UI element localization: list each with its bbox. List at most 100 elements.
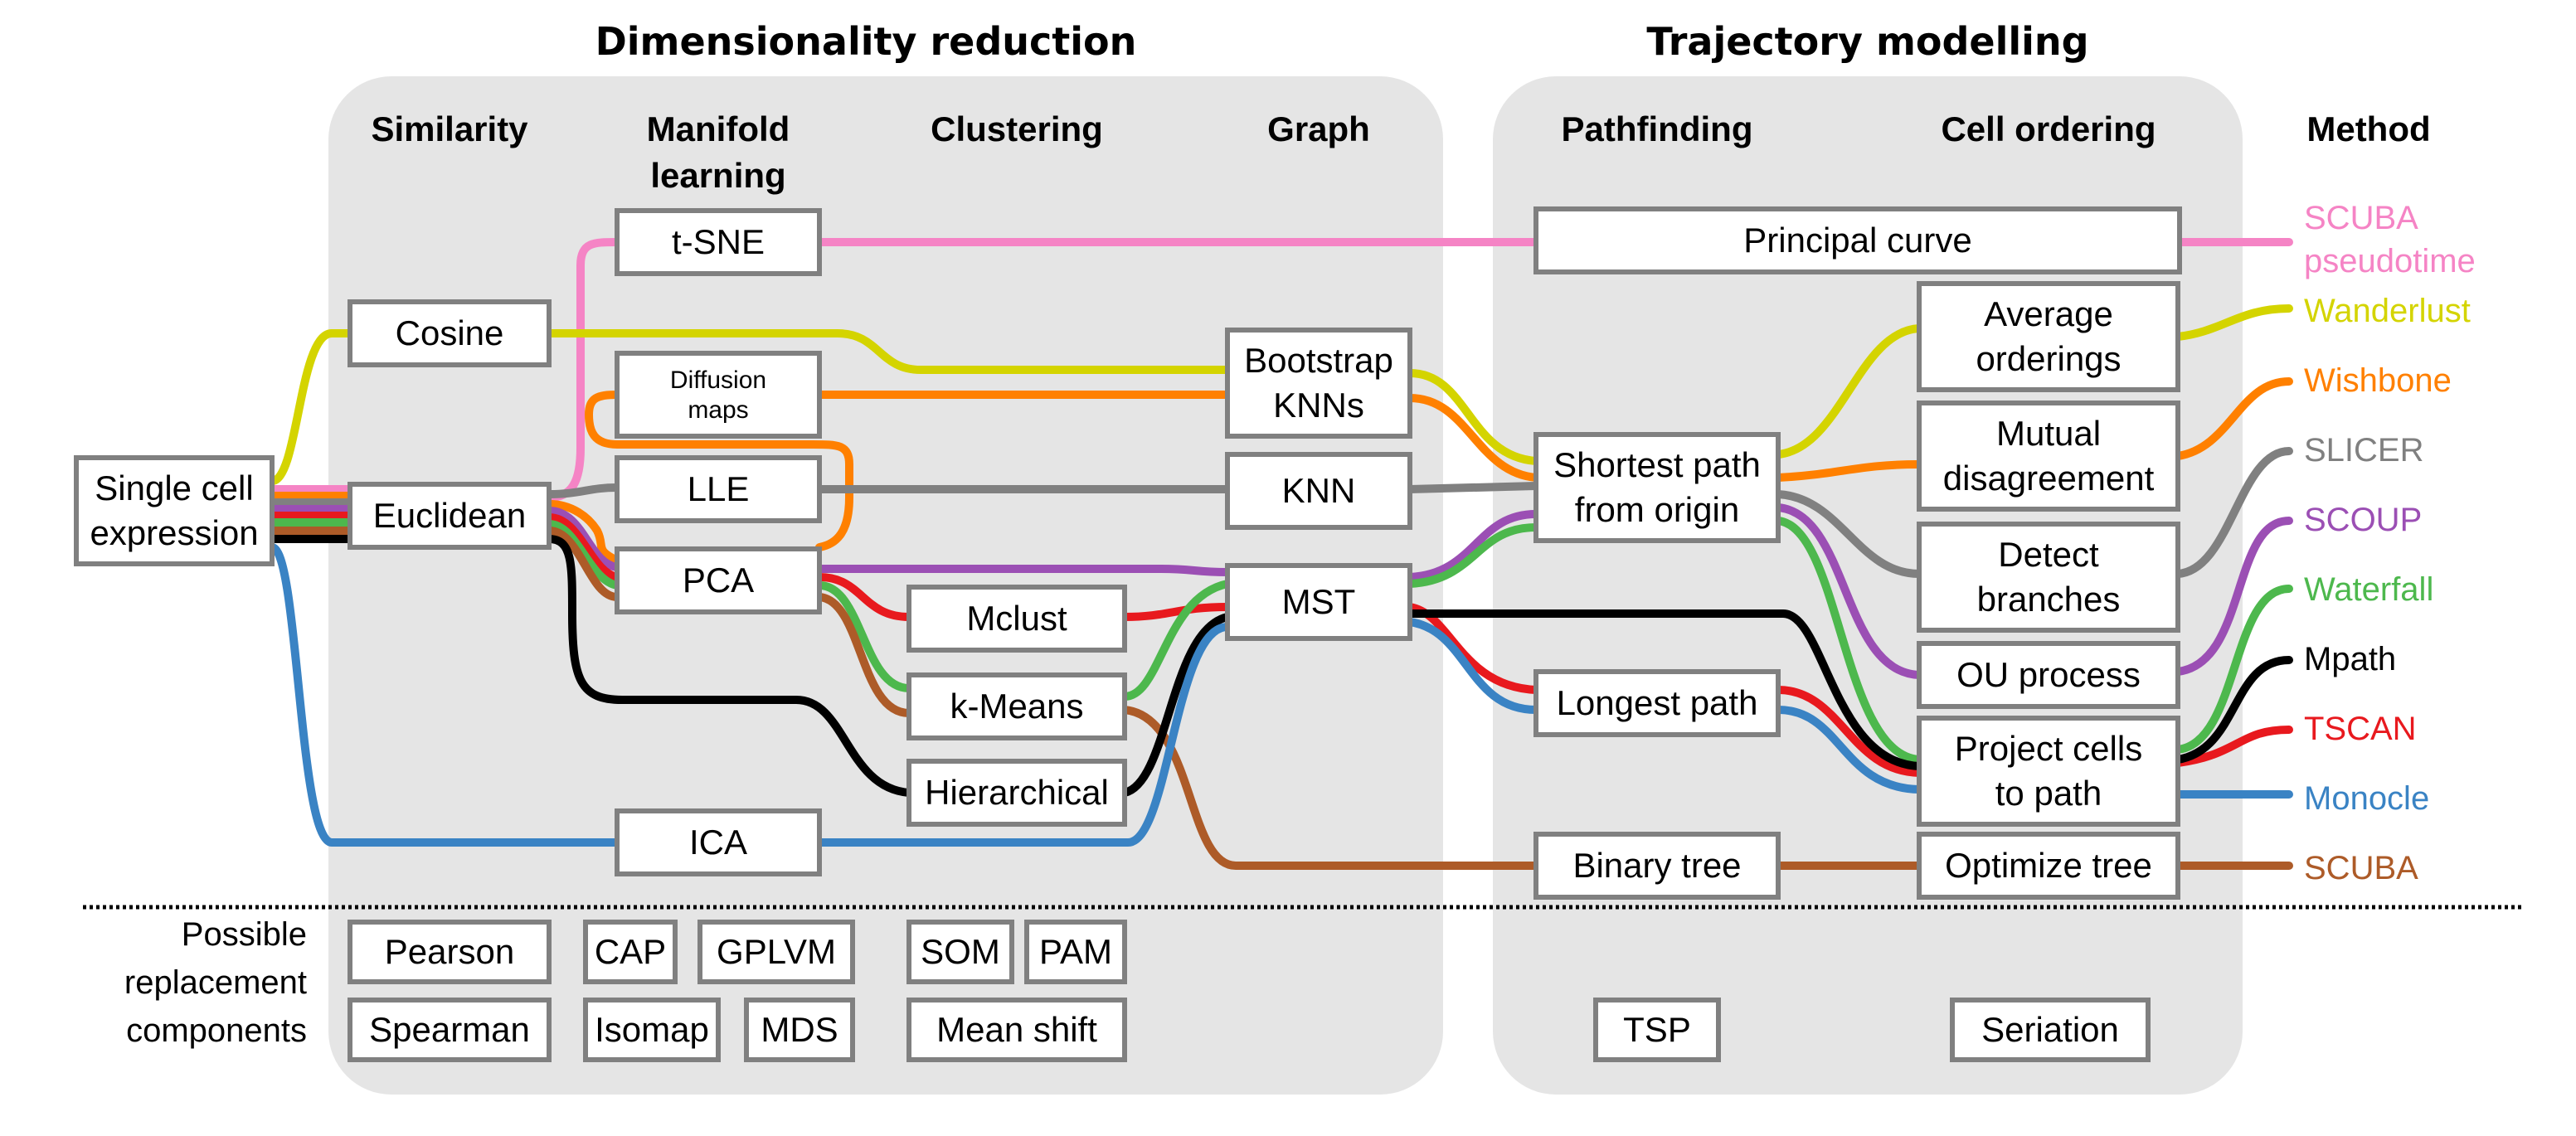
- column-header-manifold-line1: Manifold: [647, 109, 790, 148]
- bootstrap-knns-node-label: Bootstrap: [1244, 341, 1393, 380]
- column-header-manifold-line2: learning: [650, 156, 785, 195]
- single-cell-expression-node-label: Single cell: [95, 468, 253, 507]
- diffusion-maps-node: Diffusionmaps: [615, 351, 822, 439]
- replacement-isomap-label: Isomap: [595, 1010, 709, 1049]
- project-cells-node-label: to path: [1995, 774, 2102, 813]
- method-label-slicer: SLICER: [2304, 432, 2424, 468]
- replacement-tsp: TSP: [1593, 998, 1721, 1062]
- pca-node-label: PCA: [683, 561, 754, 600]
- shortest-path-node-label: Shortest path: [1553, 445, 1761, 484]
- column-header-similarity: Similarity: [371, 109, 528, 148]
- longest-path-node: Longest path: [1533, 669, 1781, 737]
- mst-node-label: MST: [1282, 582, 1356, 621]
- method-label-tscan: TSCAN: [2304, 711, 2417, 747]
- method-label-scuba-pseudotime: pseudotime: [2304, 243, 2476, 279]
- shortest-path-node-label: from origin: [1575, 490, 1739, 529]
- replacement-label-line1: Possible: [182, 916, 307, 953]
- replacement-label-line3: components: [126, 1012, 307, 1049]
- cosine-node-label: Cosine: [396, 313, 504, 352]
- average-orderings-node: Average orderings: [1917, 281, 2180, 392]
- mst-node: MST: [1225, 563, 1412, 641]
- replacement-pearson-label: Pearson: [385, 932, 514, 971]
- dimensionality-reduction-title: Dimensionality reduction: [595, 19, 1137, 64]
- bootstrap-knns-node-label: KNNs: [1273, 386, 1364, 425]
- method-label-monocle: Monocle: [2304, 780, 2429, 817]
- replacement-pam-label: PAM: [1039, 932, 1112, 971]
- replacement-mds: MDS: [744, 998, 855, 1062]
- replacement-gplvm: GPLVM: [697, 920, 855, 984]
- replacement-pearson: Pearson: [348, 920, 552, 984]
- binary-tree-node: Binary tree: [1533, 832, 1781, 900]
- binary-tree-node-label: Binary tree: [1572, 846, 1741, 885]
- mutual-disagreement-node-label: disagreement: [1943, 459, 2155, 498]
- project-cells-node: Project cells to path: [1917, 716, 2180, 827]
- detect-branches-node-label: branches: [1977, 580, 2121, 619]
- method-label-scuba-pseudotime: SCUBA: [2304, 200, 2418, 236]
- mutual-disagreement-node: Mutual disagreement: [1917, 401, 2180, 512]
- method-label-mpath: Mpath: [2304, 641, 2396, 677]
- pca-node: PCA: [615, 546, 822, 614]
- ou-process-node: OU process: [1917, 641, 2180, 709]
- replacement-mean-shift: Mean shift: [906, 998, 1127, 1062]
- diffusion-maps-node-label: maps: [688, 396, 748, 424]
- optimize-tree-node: Optimize tree: [1917, 832, 2180, 900]
- column-header-pathfinding: Pathfinding: [1562, 109, 1753, 148]
- optimize-tree-node-label: Optimize tree: [1945, 846, 2152, 885]
- project-cells-node-label: Project cells: [1955, 729, 2142, 768]
- single-cell-expression-node: Single cell expression: [74, 455, 275, 566]
- bootstrap-knns-node: Bootstrap KNNs: [1225, 328, 1412, 439]
- trajectory-modelling-title: Trajectory modelling: [1646, 19, 2088, 64]
- method-labels: SCUBA pseudotime Wanderlust Wishbone SLICER S…: [2304, 200, 2476, 886]
- lle-node-label: LLE: [688, 469, 750, 508]
- replacement-label-line2: replacement: [124, 964, 307, 1001]
- knn-node: KNN: [1225, 452, 1412, 530]
- method-label-waterfall: Waterfall: [2304, 571, 2433, 608]
- replacement-seriation: Seriation: [1950, 998, 2151, 1062]
- ica-node-label: ICA: [689, 823, 747, 862]
- column-header-graph: Graph: [1267, 109, 1370, 148]
- replacement-mean-shift-label: Mean shift: [936, 1010, 1097, 1049]
- principal-curve-node: Principal curve: [1533, 206, 2182, 274]
- single-cell-expression-node-label: expression: [90, 513, 258, 552]
- column-header-cell-ordering: Cell ordering: [1941, 109, 2156, 148]
- pipeline-diagram: Dimensionality reduction Trajectory mode…: [0, 0, 2576, 1136]
- replacement-tsp-label: TSP: [1623, 1010, 1691, 1049]
- edge-purple: [815, 565, 1232, 576]
- average-orderings-node-label: Average: [1984, 294, 2113, 333]
- replacement-seriation-label: Seriation: [1981, 1010, 2119, 1049]
- replacement-cap-label: CAP: [595, 932, 666, 971]
- cosine-node: Cosine: [348, 299, 552, 367]
- column-header-clustering: Clustering: [931, 109, 1103, 148]
- principal-curve-node-label: Principal curve: [1743, 221, 1971, 260]
- tsne-node: t-SNE: [615, 208, 822, 276]
- ica-node: ICA: [615, 808, 822, 876]
- method-label-wanderlust: Wanderlust: [2304, 293, 2471, 329]
- column-header-method: Method: [2306, 109, 2430, 148]
- hierarchical-node-label: Hierarchical: [925, 773, 1109, 812]
- replacement-som: SOM: [906, 920, 1014, 984]
- replacement-spearman-label: Spearman: [369, 1010, 530, 1049]
- detect-branches-node: Detect branches: [1917, 522, 2180, 633]
- kmeans-node: k-Means: [906, 672, 1127, 740]
- replacement-mds-label: MDS: [761, 1010, 838, 1049]
- replacement-spearman: Spearman: [348, 998, 552, 1062]
- method-label-scuba: SCUBA: [2304, 850, 2418, 886]
- tsne-node-label: t-SNE: [672, 222, 765, 261]
- mclust-node-label: Mclust: [966, 599, 1067, 638]
- mutual-disagreement-node-label: Mutual: [1996, 414, 2101, 453]
- diffusion-maps-node-box: [615, 351, 822, 439]
- replacement-som-label: SOM: [921, 932, 1000, 971]
- euclidean-node: Euclidean: [348, 482, 552, 550]
- mclust-node: Mclust: [906, 585, 1127, 653]
- longest-path-node-label: Longest path: [1557, 683, 1758, 722]
- detect-branches-node-label: Detect: [1998, 535, 2099, 574]
- ou-process-node-label: OU process: [1956, 655, 2141, 694]
- lle-node: LLE: [615, 455, 822, 523]
- replacement-isomap: Isomap: [583, 998, 721, 1062]
- shortest-path-node: Shortest path from origin: [1533, 432, 1781, 543]
- replacement-pam: PAM: [1024, 920, 1127, 984]
- average-orderings-node-label: orderings: [1976, 339, 2121, 378]
- hierarchical-node: Hierarchical: [906, 759, 1127, 827]
- edge-gray: [1406, 482, 1540, 493]
- replacement-gplvm-label: GPLVM: [717, 932, 836, 971]
